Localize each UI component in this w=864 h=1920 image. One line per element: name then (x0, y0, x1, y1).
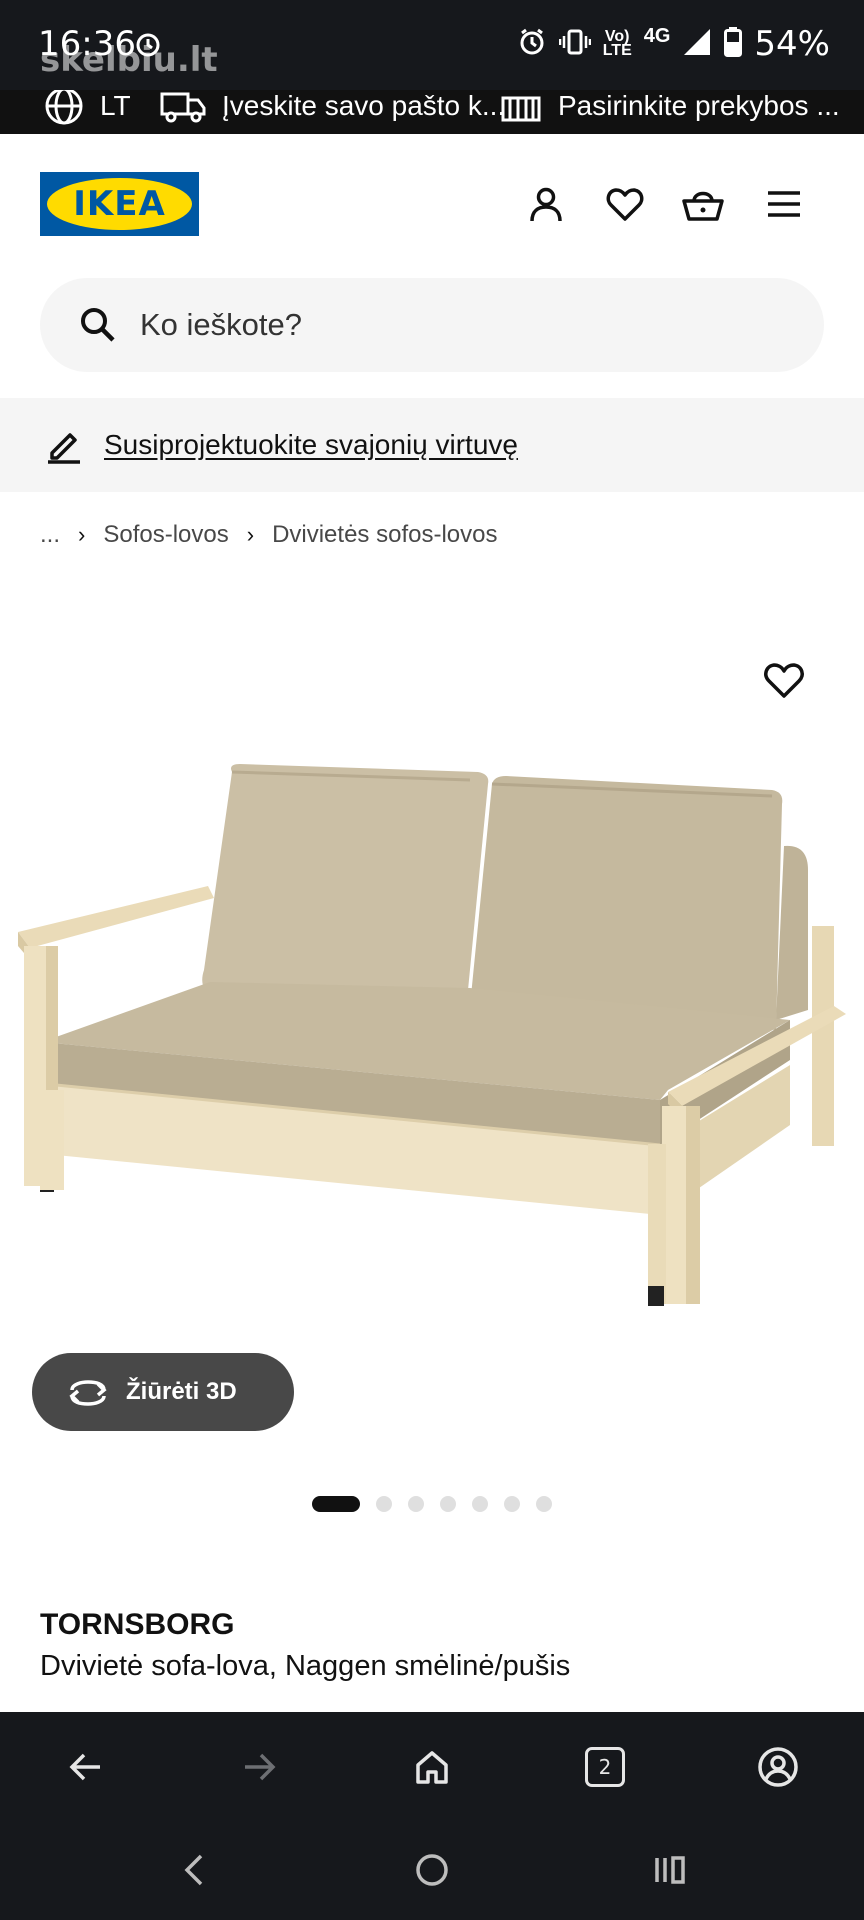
back-arrow-icon[interactable] (64, 1745, 108, 1789)
breadcrumb-item-sofa-beds[interactable]: Sofos-lovos (103, 521, 228, 549)
product-description: Dvivietė sofa-lova, Naggen smėlinė/pušis (40, 1650, 571, 1682)
site-header: IKEA (0, 134, 864, 264)
tabs-icon[interactable]: 2 (583, 1745, 627, 1789)
system-navigation-bar (0, 1822, 864, 1920)
system-back-icon[interactable] (172, 1848, 216, 1892)
menu-icon[interactable] (762, 182, 806, 226)
language-label: LT (100, 90, 131, 121)
breadcrumb-ellipsis[interactable]: ... (40, 521, 60, 549)
browser-toolbar: 2 (0, 1712, 864, 1822)
carousel-dot[interactable] (472, 1496, 488, 1512)
view-3d-label: Žiūrėti 3D (126, 1378, 237, 1405)
favourites-icon[interactable] (603, 182, 647, 226)
battery-percent: 54% (754, 24, 830, 64)
globe-icon (45, 90, 83, 125)
signal-icon (682, 27, 712, 62)
system-home-icon[interactable] (410, 1848, 454, 1892)
postcode-selector[interactable]: Įveskite savo pašto k... (160, 90, 505, 126)
pencil-icon (48, 433, 80, 464)
search-icon (81, 308, 115, 342)
status-icons: Vo) LTE 4G 54% (517, 24, 830, 64)
battery-icon (724, 26, 743, 62)
breadcrumb-item-two-seat-sofa-beds[interactable]: Dvivietės sofos-lovos (272, 521, 497, 549)
product-name: TORNSBORG (40, 1608, 235, 1641)
chevron-right-icon: › (78, 522, 86, 547)
home-icon[interactable] (410, 1745, 454, 1789)
language-selector[interactable]: LT (44, 90, 131, 126)
search-bar[interactable]: Ko ieškote? (40, 278, 824, 372)
alarm-icon (517, 27, 547, 62)
status-bar: skelbiu.lt 16:36 Vo) LTE 4G 54% (0, 0, 864, 90)
rotate-3d-icon (69, 1380, 107, 1406)
network-type: 4G (643, 24, 671, 47)
profile-icon[interactable] (756, 1745, 800, 1789)
promo-banner[interactable]: Susiprojektuokite svajonių virtuvę (0, 398, 864, 492)
carousel-dot[interactable] (312, 1496, 360, 1512)
account-icon[interactable] (524, 182, 568, 226)
store-icon (501, 96, 541, 122)
system-recents-icon[interactable] (648, 1848, 692, 1892)
carousel-indicator (312, 1496, 552, 1512)
view-3d-button[interactable]: Žiūrėti 3D (32, 1353, 294, 1431)
carousel-dot[interactable] (408, 1496, 424, 1512)
product-gallery[interactable] (0, 580, 864, 1380)
shopping-basket-icon[interactable] (681, 182, 725, 226)
status-time: 16:36 (38, 24, 136, 64)
store-label: Pasirinkite prekybos ... (558, 90, 840, 121)
product-image-sofa (18, 764, 846, 1306)
tab-count: 2 (585, 1747, 625, 1787)
chevron-right-icon: › (246, 522, 255, 547)
search-input[interactable]: Ko ieškote? (140, 307, 302, 343)
vibrate-icon (558, 27, 591, 62)
promo-link[interactable]: Susiprojektuokite svajonių virtuvę (104, 429, 518, 461)
carousel-dot[interactable] (376, 1496, 392, 1512)
breadcrumb: ... › Sofos-lovos › Dvivietės sofos-lovo… (40, 520, 497, 550)
alarm-icon (134, 30, 162, 63)
carousel-dot[interactable] (440, 1496, 456, 1512)
logo-text: IKEA (73, 184, 166, 224)
carousel-dot[interactable] (504, 1496, 520, 1512)
ikea-logo[interactable]: IKEA (40, 172, 199, 236)
carousel-dot[interactable] (536, 1496, 552, 1512)
volte-indicator: Vo) LTE (602, 28, 632, 59)
forward-arrow-icon[interactable] (237, 1745, 281, 1789)
postcode-label: Įveskite savo pašto k... (222, 90, 506, 121)
store-selector[interactable]: Pasirinkite prekybos ... (500, 90, 840, 126)
top-utility-strip: LT Įveskite savo pašto k... Pasirinkite … (0, 90, 864, 134)
add-to-favourites-heart-icon[interactable] (762, 658, 806, 702)
delivery-truck-icon (160, 92, 206, 123)
